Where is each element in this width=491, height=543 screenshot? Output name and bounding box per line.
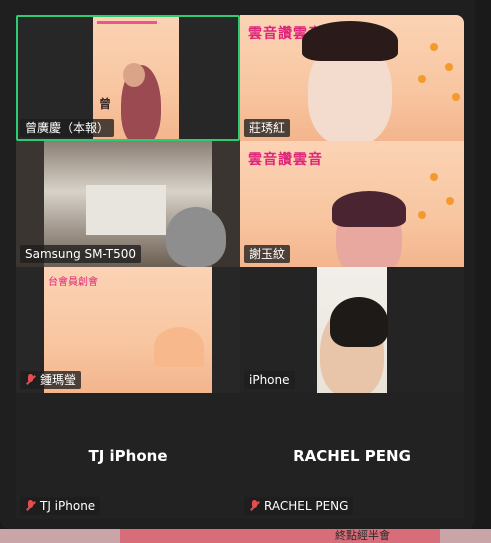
video-tile[interactable]: Samsung SM-T500 — [16, 141, 240, 267]
participant-name: 曾廣慶（本報） — [25, 121, 110, 135]
background-strip: 終點經半會 — [0, 529, 491, 543]
participant-name-tag: 謝玉紋 — [244, 245, 291, 263]
tree-fruit — [446, 197, 454, 205]
tree-fruit — [430, 173, 438, 181]
tree-fruit — [445, 63, 453, 71]
video-tile[interactable]: 雲音讚雲音 謝玉紋 — [240, 141, 464, 267]
participant-name: RACHEL PENG — [264, 499, 349, 513]
muted-mic-icon — [25, 373, 37, 387]
participant-head — [166, 207, 226, 267]
participant-name-tag: RACHEL PENG — [244, 497, 354, 515]
participant-display-name: TJ iPhone — [88, 447, 168, 465]
background-decoration — [120, 529, 440, 543]
participant-name-tag: TJ iPhone — [20, 497, 101, 515]
participant-name: iPhone — [249, 373, 290, 387]
participant-name-tag: 莊琇紅 — [244, 119, 291, 137]
participant-name: 鍾瑪瑩 — [40, 373, 77, 387]
video-tile-video-off[interactable]: RACHEL PENG RACHEL PENG — [240, 393, 464, 519]
video-tile-active-speaker[interactable]: 曾 曾廣慶（本報） — [16, 15, 240, 141]
participant-name: Samsung SM-T500 — [25, 247, 136, 261]
muted-mic-icon — [249, 499, 261, 513]
participant-name-tag: 曾廣慶（本報） — [20, 119, 115, 137]
tree-fruit — [430, 43, 438, 51]
video-tile-video-off[interactable]: TJ iPhone TJ iPhone — [16, 393, 240, 519]
participant-name: 謝玉紋 — [249, 247, 286, 261]
video-tile[interactable]: 雲音讚雲音 莊琇紅 — [240, 15, 464, 141]
tree-fruit — [452, 93, 460, 101]
room-curtain — [86, 185, 166, 235]
participant-hair — [330, 297, 388, 347]
participant-name-tag: Samsung SM-T500 — [20, 245, 141, 263]
speaker-head — [123, 63, 145, 87]
participant-name: TJ iPhone — [40, 499, 96, 513]
meeting-gallery: 曾 曾廣慶（本報） 雲音讚雲音 莊琇紅 Samsung SM-T500 雲音讚雲… — [0, 0, 475, 529]
tree-fruit — [418, 75, 426, 83]
video-tile[interactable]: iPhone — [240, 267, 464, 393]
slide-text: 台會員創會 — [48, 277, 98, 288]
participant-display-name: RACHEL PENG — [293, 447, 411, 465]
participant-name-tag: 鍾瑪瑩 — [20, 371, 82, 389]
slide-title: 雲音讚雲音 — [248, 152, 323, 168]
video-tile[interactable]: 台會員創會 鍾瑪瑩 — [16, 267, 240, 393]
participant-name-tag: iPhone — [244, 371, 295, 389]
slide-lotus-shape — [154, 327, 204, 367]
tree-fruit — [418, 211, 426, 219]
slide-header-line — [97, 21, 157, 24]
participant-hair — [302, 21, 398, 61]
background-text: 終點經半會 — [335, 529, 390, 542]
muted-mic-icon — [25, 499, 37, 513]
participant-name: 莊琇紅 — [249, 121, 286, 135]
participant-hair — [332, 191, 406, 227]
slide-char: 曾 — [99, 97, 112, 111]
